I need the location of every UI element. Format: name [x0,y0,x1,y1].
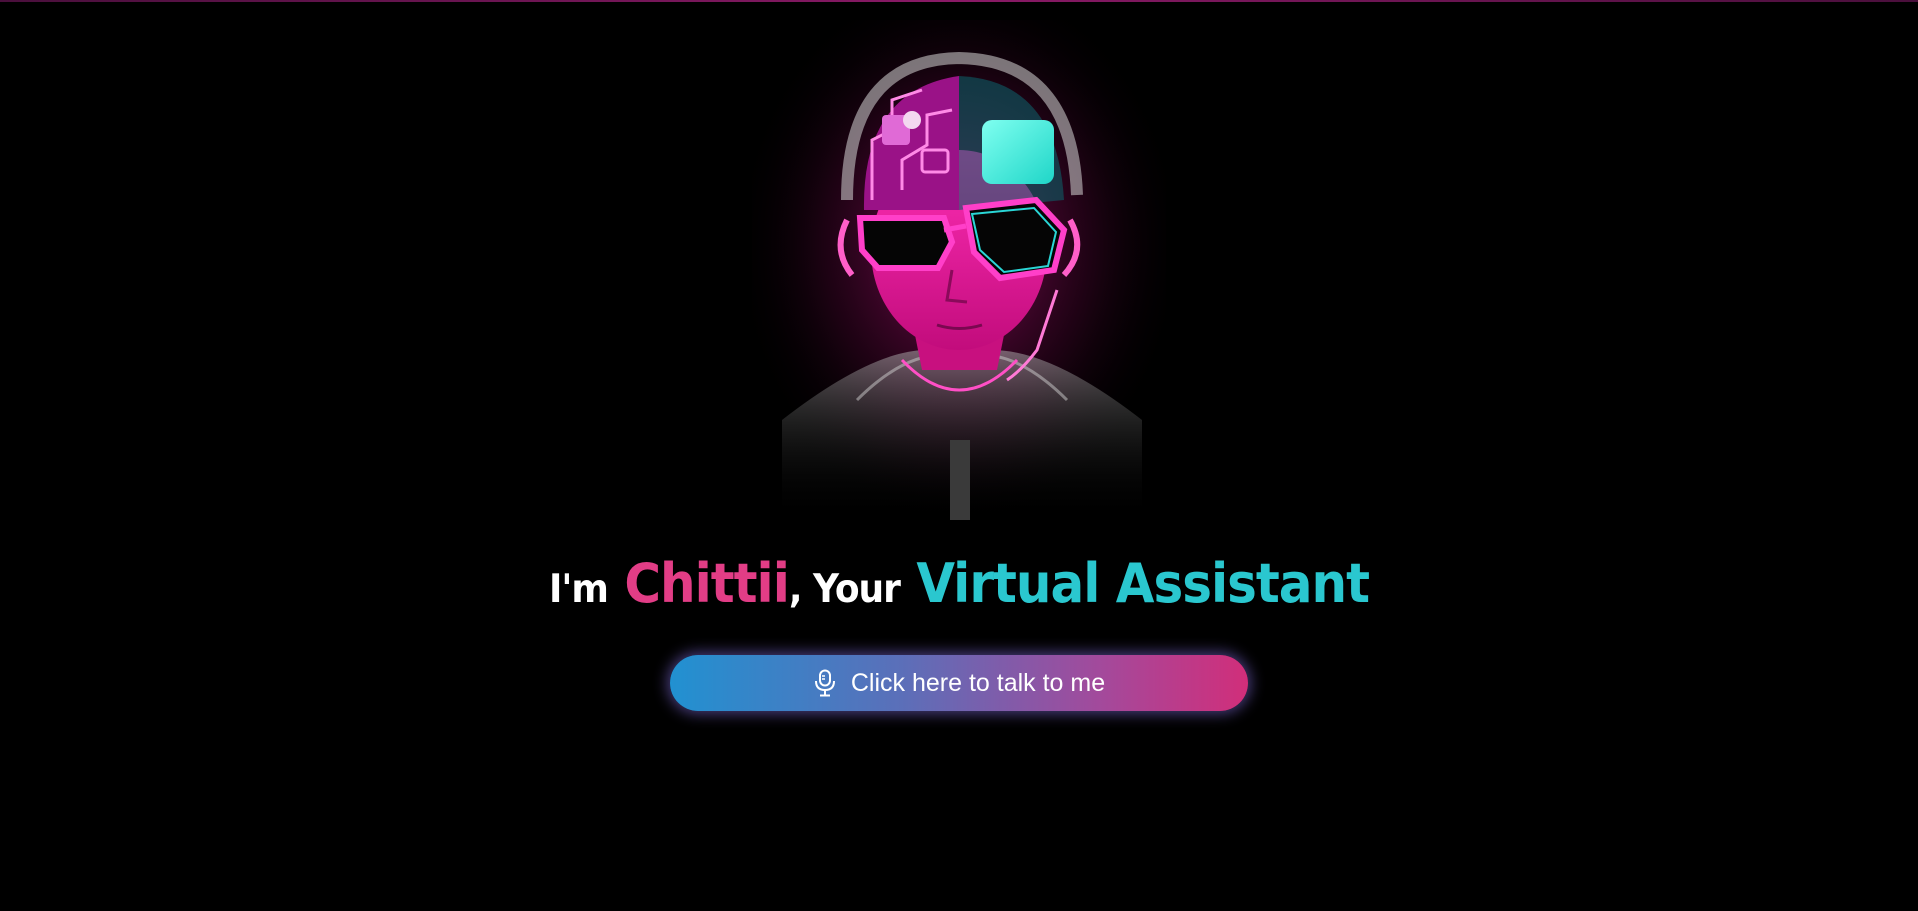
talk-button-label: Click here to talk to me [850,668,1106,697]
page-title: I'm Chittii, Your Virtual Assistant [0,545,1918,629]
assistant-name: Chittii [624,552,790,616]
microphone-icon [813,669,837,697]
assistant-role: Virtual Assistant [916,552,1370,616]
title-middle: , Your [788,567,901,612]
page: I'm Chittii, Your Virtual Assistant Clic… [0,0,1918,911]
talk-to-me-button[interactable]: Click here to talk to me [670,655,1248,711]
cyberpunk-assistant-avatar [752,20,1166,520]
top-border [0,0,1918,2]
title-prefix: I'm [548,567,609,612]
